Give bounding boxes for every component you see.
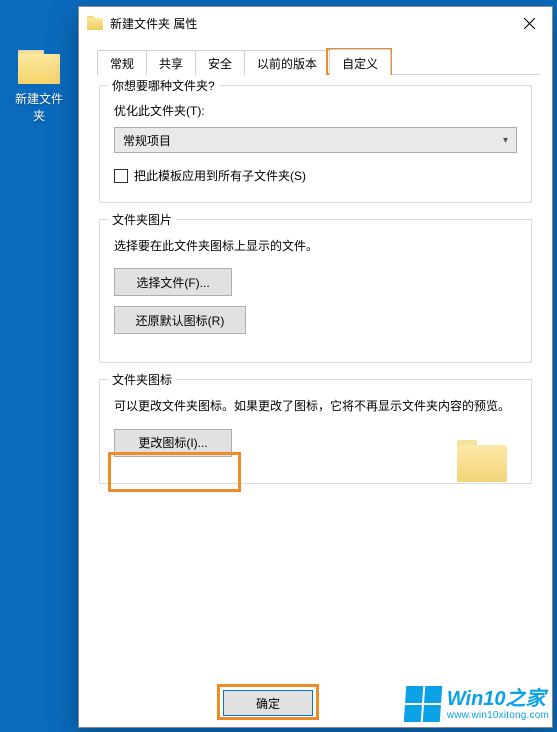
optimize-combobox[interactable]: 常规项目 ▾ <box>114 127 517 153</box>
group-folder-picture: 文件夹图片 选择要在此文件夹图标上显示的文件。 选择文件(F)... 还原默认图… <box>99 219 532 363</box>
choose-file-button[interactable]: 选择文件(F)... <box>114 268 232 296</box>
panel-customize: 你想要哪种文件夹? 优化此文件夹(T): 常规项目 ▾ 把此模板应用到所有子文件… <box>79 75 552 679</box>
titlebar-folder-icon <box>87 16 103 30</box>
tab-customize[interactable]: 自定义 <box>329 49 391 75</box>
titlebar[interactable]: 新建文件夹 属性 <box>79 7 552 39</box>
restore-default-button[interactable]: 还原默认图标(R) <box>114 306 246 334</box>
desktop-folder-label: 新建文件夹 <box>12 90 66 124</box>
change-icon-button[interactable]: 更改图标(I)... <box>114 429 232 457</box>
folder-preview-icon <box>457 440 507 482</box>
group-folder-type-title: 你想要哪种文件夹? <box>108 77 219 94</box>
optimize-label: 优化此文件夹(T): <box>114 102 517 119</box>
group-folder-type: 你想要哪种文件夹? 优化此文件夹(T): 常规项目 ▾ 把此模板应用到所有子文件… <box>99 85 532 203</box>
apply-subfolders-checkbox[interactable] <box>114 169 128 183</box>
dialog-button-bar: 确定 <box>79 679 552 727</box>
properties-dialog: 新建文件夹 属性 常规 共享 安全 以前的版本 自定义 你想要哪种文件夹? 优化… <box>78 6 553 728</box>
apply-subfolders-label: 把此模板应用到所有子文件夹(S) <box>134 167 306 184</box>
group-folder-picture-title: 文件夹图片 <box>108 211 176 228</box>
chevron-down-icon: ▾ <box>503 135 508 146</box>
folder-icon <box>18 50 60 84</box>
folder-icon-desc: 可以更改文件夹图标。如果更改了图标，它将不再显示文件夹内容的预览。 <box>114 396 517 416</box>
window-title: 新建文件夹 属性 <box>110 15 506 32</box>
tab-strip: 常规 共享 安全 以前的版本 自定义 <box>97 51 540 75</box>
tab-previous-versions[interactable]: 以前的版本 <box>244 50 330 75</box>
tab-security[interactable]: 安全 <box>195 50 245 75</box>
desktop-folder-icon[interactable]: 新建文件夹 <box>12 50 66 124</box>
close-button[interactable] <box>506 7 552 39</box>
folder-picture-desc: 选择要在此文件夹图标上显示的文件。 <box>114 236 517 256</box>
optimize-combobox-value: 常规项目 <box>123 132 171 149</box>
annotation-highlight <box>108 452 241 492</box>
apply-subfolders-row[interactable]: 把此模板应用到所有子文件夹(S) <box>114 167 517 184</box>
tab-sharing[interactable]: 共享 <box>146 50 196 75</box>
group-folder-icon: 文件夹图标 可以更改文件夹图标。如果更改了图标，它将不再显示文件夹内容的预览。 … <box>99 379 532 483</box>
group-folder-icon-title: 文件夹图标 <box>108 371 176 388</box>
ok-button[interactable]: 确定 <box>223 690 313 716</box>
tab-area: 常规 共享 安全 以前的版本 自定义 <box>79 39 552 75</box>
tab-general[interactable]: 常规 <box>97 50 147 75</box>
close-icon <box>524 18 535 29</box>
